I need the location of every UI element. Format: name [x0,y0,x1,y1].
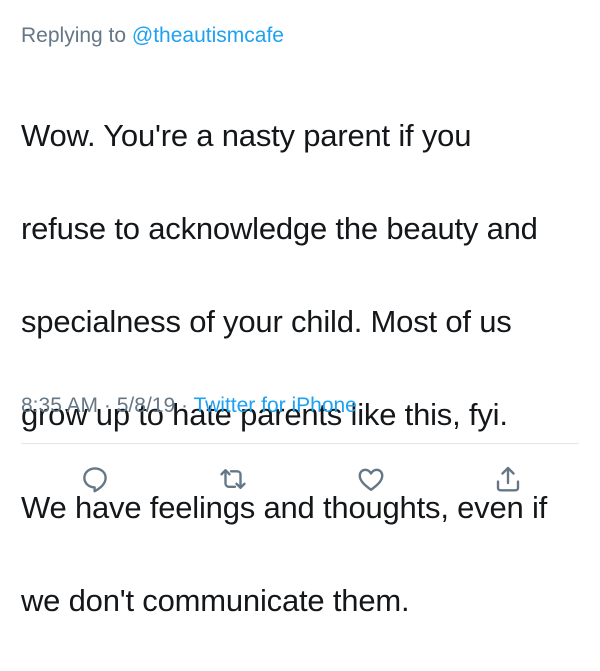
tweet-meta: 8:35 AM · 5/8/19 · Twitter for iPhone [21,392,357,420]
tweet-time: 8:35 AM [21,394,99,417]
reply-icon [83,467,107,493]
retweet-button[interactable] [215,461,251,497]
replying-to: Replying to @theautismcafe [21,22,284,50]
share-icon [496,466,520,492]
tweet-source-link[interactable]: Twitter for iPhone [193,394,356,417]
retweet-icon [220,469,246,489]
reply-handle-link[interactable]: @theautismcafe [132,24,284,47]
meta-separator: · [103,394,111,417]
like-icon [358,468,384,491]
divider [21,443,579,444]
tweet-text-line: Wow. You're a nasty parent if you [21,117,472,153]
tweet-text-line: specialness of your child. Most of us [21,303,512,339]
tweet-actions [0,461,600,497]
share-button[interactable] [490,461,526,497]
tweet-text-line: we don't communicate them. [21,582,410,618]
meta-separator: · [180,394,188,417]
reply-button[interactable] [77,461,113,497]
tweet-date: 5/8/19 [116,394,176,417]
tweet-text: Wow. You're a nasty parent if you refuse… [21,66,586,671]
like-button[interactable] [353,461,389,497]
replying-to-label: Replying to [21,24,127,47]
tweet-text-line: refuse to acknowledge the beauty and [21,210,538,246]
